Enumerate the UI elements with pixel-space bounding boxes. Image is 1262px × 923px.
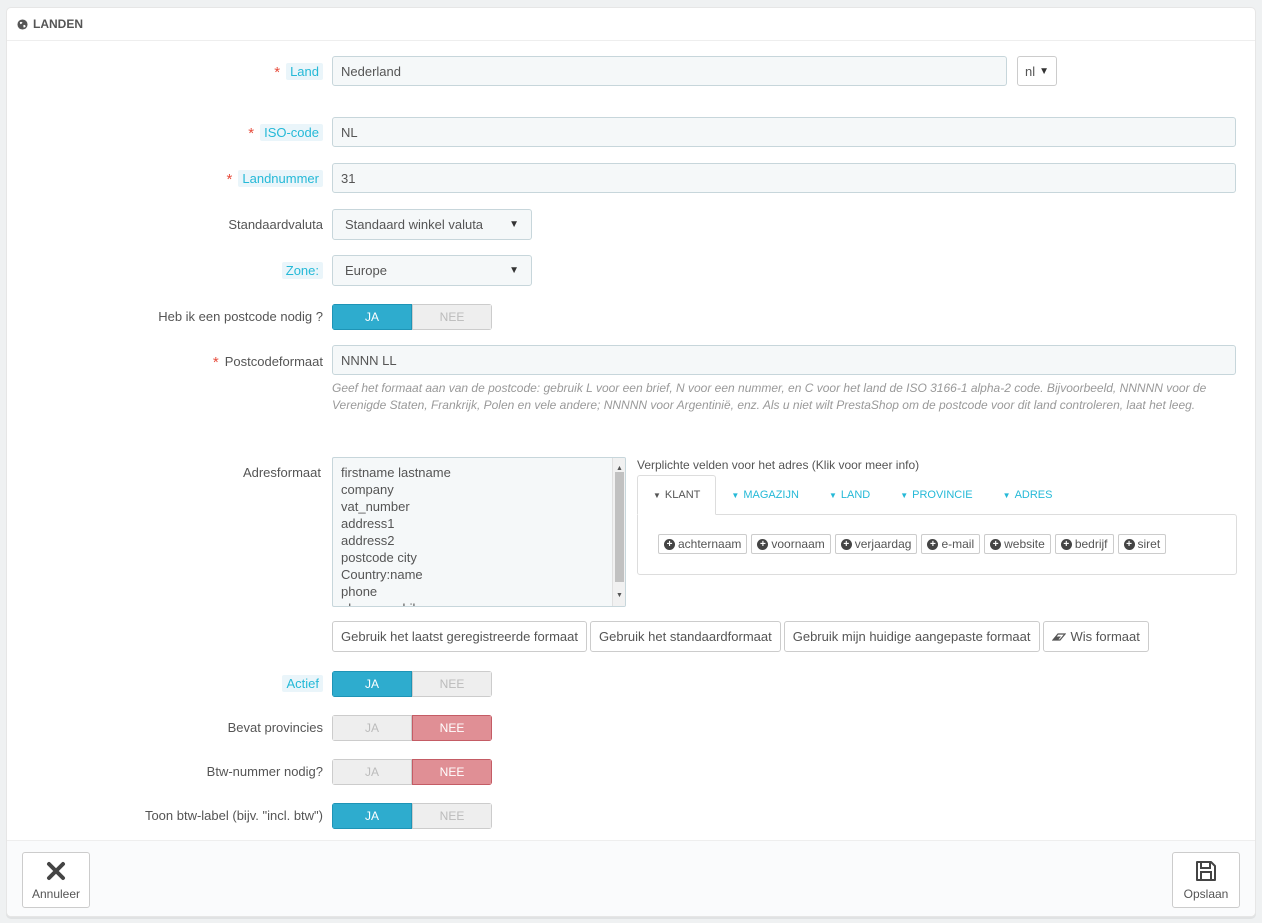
active-switch[interactable]: JA NEE	[332, 671, 492, 697]
plus-circle-icon: +	[1123, 538, 1135, 550]
tab-klant[interactable]: ▼ KLANT	[637, 475, 717, 515]
zone-label: Zone:	[281, 262, 323, 279]
currency-select[interactable]: Standaard winkel valuta ▼	[332, 209, 532, 240]
globe-icon	[17, 18, 28, 30]
panel-footer: Annuleer Opslaan	[7, 840, 1255, 916]
contains-states-label: Bevat provincies	[227, 720, 323, 735]
zip-format-input[interactable]: NNNN LL	[332, 345, 1236, 375]
contains-states-yes[interactable]: JA	[332, 715, 412, 741]
panel-heading: LANDEN	[7, 8, 1255, 41]
required-marker: *	[212, 354, 219, 371]
currency-label: Standaardvaluta	[228, 217, 323, 232]
required-fields-title[interactable]: Verplichte velden voor het adres (Klik v…	[637, 458, 919, 472]
chip-verjaardag[interactable]: + verjaardag	[834, 534, 918, 554]
contains-states-switch[interactable]: JA NEE	[332, 715, 492, 741]
save-disk-icon	[1196, 861, 1216, 881]
need-vat-label: Btw-nummer nodig?	[206, 764, 323, 779]
tab-land[interactable]: ▼ LAND	[814, 475, 885, 515]
plus-circle-icon: +	[757, 538, 769, 550]
required-marker: *	[226, 171, 233, 188]
required-marker: *	[274, 64, 281, 81]
cancel-button[interactable]: Annuleer	[22, 852, 90, 908]
chip-website[interactable]: + website	[984, 534, 1051, 554]
country-label: * Land	[274, 63, 323, 81]
close-icon	[47, 862, 65, 880]
need-vat-no[interactable]: NEE	[412, 759, 492, 785]
countries-panel: LANDEN * Land Nederland nl ▼ * ISO-code NL…	[6, 7, 1256, 917]
need-zip-no[interactable]: NEE	[412, 304, 492, 330]
active-label: Actief	[282, 675, 323, 692]
chip-achternaam[interactable]: + achternaam	[658, 534, 748, 554]
field-chips: + achternaam + voornaam + verjaardag + e-mai…	[658, 534, 1167, 554]
chip-siret[interactable]: + siret	[1117, 534, 1167, 554]
display-tax-label-no[interactable]: NEE	[412, 803, 492, 829]
tab-adres[interactable]: ▼ ADRES	[988, 475, 1068, 515]
caret-down-icon: ▼	[900, 490, 909, 500]
active-yes[interactable]: JA	[332, 671, 412, 697]
clear-format-button[interactable]: Wis formaat	[1042, 621, 1149, 652]
caret-down-icon: ▼	[653, 490, 661, 500]
textarea-scrollbar[interactable]: ▲ ▼	[612, 458, 625, 606]
chip-voornaam[interactable]: + voornaam	[751, 534, 831, 554]
caret-down-icon: ▼	[1002, 490, 1011, 500]
scroll-down-arrow-icon[interactable]: ▼	[613, 587, 625, 604]
call-prefix-label: * Landnummer	[226, 170, 323, 188]
plus-circle-icon: +	[1060, 538, 1072, 550]
chip-bedrijf[interactable]: + bedrijf	[1054, 534, 1114, 554]
caret-down-icon: ▼	[509, 265, 519, 276]
language-dropdown[interactable]: nl ▼	[1017, 56, 1057, 86]
scroll-thumb[interactable]	[615, 472, 624, 582]
need-zip-label: Heb ik een postcode nodig ?	[158, 309, 323, 324]
need-vat-switch[interactable]: JA NEE	[332, 759, 492, 785]
required-fields-tabs: ▼ KLANT ▼ MAGAZIJN ▼ LAND ▼ PROVINCIE ▼ ADRES	[637, 475, 1067, 515]
tab-provincie[interactable]: ▼ PROVINCIE	[885, 475, 987, 515]
need-zip-switch[interactable]: JA NEE	[332, 304, 492, 330]
caret-down-icon: ▼	[731, 490, 740, 500]
required-marker: *	[248, 125, 255, 142]
caret-down-icon: ▼	[1039, 65, 1050, 77]
need-vat-yes[interactable]: JA	[332, 759, 412, 785]
need-zip-yes[interactable]: JA	[332, 304, 412, 330]
iso-code-input[interactable]: NL	[332, 117, 1236, 147]
eraser-icon	[1051, 632, 1066, 641]
format-buttons: Gebruik het laatst geregistreerde formaa…	[332, 621, 1149, 652]
active-no[interactable]: NEE	[412, 671, 492, 697]
plus-circle-icon: +	[990, 538, 1002, 550]
use-current-format-button[interactable]: Gebruik mijn huidige aangepaste formaat	[783, 621, 1040, 652]
caret-down-icon: ▼	[828, 490, 837, 500]
chip-email[interactable]: + e-mail	[921, 534, 981, 554]
display-tax-label-label: Toon btw-label (bijv. "incl. btw")	[144, 808, 323, 823]
plus-circle-icon: +	[664, 538, 675, 550]
panel-title: LANDEN	[33, 17, 83, 31]
use-last-saved-format-button[interactable]: Gebruik het laatst geregistreerde formaa…	[332, 621, 588, 652]
use-default-format-button[interactable]: Gebruik het standaardformaat	[590, 621, 781, 652]
address-format-label: Adresformaat	[242, 465, 321, 480]
contains-states-no[interactable]: NEE	[412, 715, 492, 741]
iso-label: * ISO-code	[248, 124, 323, 142]
plus-circle-icon: +	[840, 538, 852, 550]
tab-magazijn[interactable]: ▼ MAGAZIJN	[716, 475, 814, 515]
plus-circle-icon: +	[927, 538, 939, 550]
tab-panel-klant: + achternaam + voornaam + verjaardag + e-mai…	[637, 514, 1237, 575]
zip-format-help: Geef het formaat aan van de postcode: ge…	[332, 381, 1207, 412]
country-name-input[interactable]: Nederland	[332, 56, 1007, 86]
caret-down-icon: ▼	[509, 219, 519, 230]
call-prefix-input[interactable]: 31	[332, 163, 1236, 193]
zip-format-label: * Postcodeformaat	[212, 354, 323, 371]
address-format-textarea[interactable]: firstname lastname company vat_number ad…	[332, 457, 626, 607]
display-tax-label-yes[interactable]: JA	[332, 803, 412, 829]
save-button[interactable]: Opslaan	[1172, 852, 1240, 908]
display-tax-label-switch[interactable]: JA NEE	[332, 803, 492, 829]
zone-select[interactable]: Europe ▼	[332, 255, 532, 286]
